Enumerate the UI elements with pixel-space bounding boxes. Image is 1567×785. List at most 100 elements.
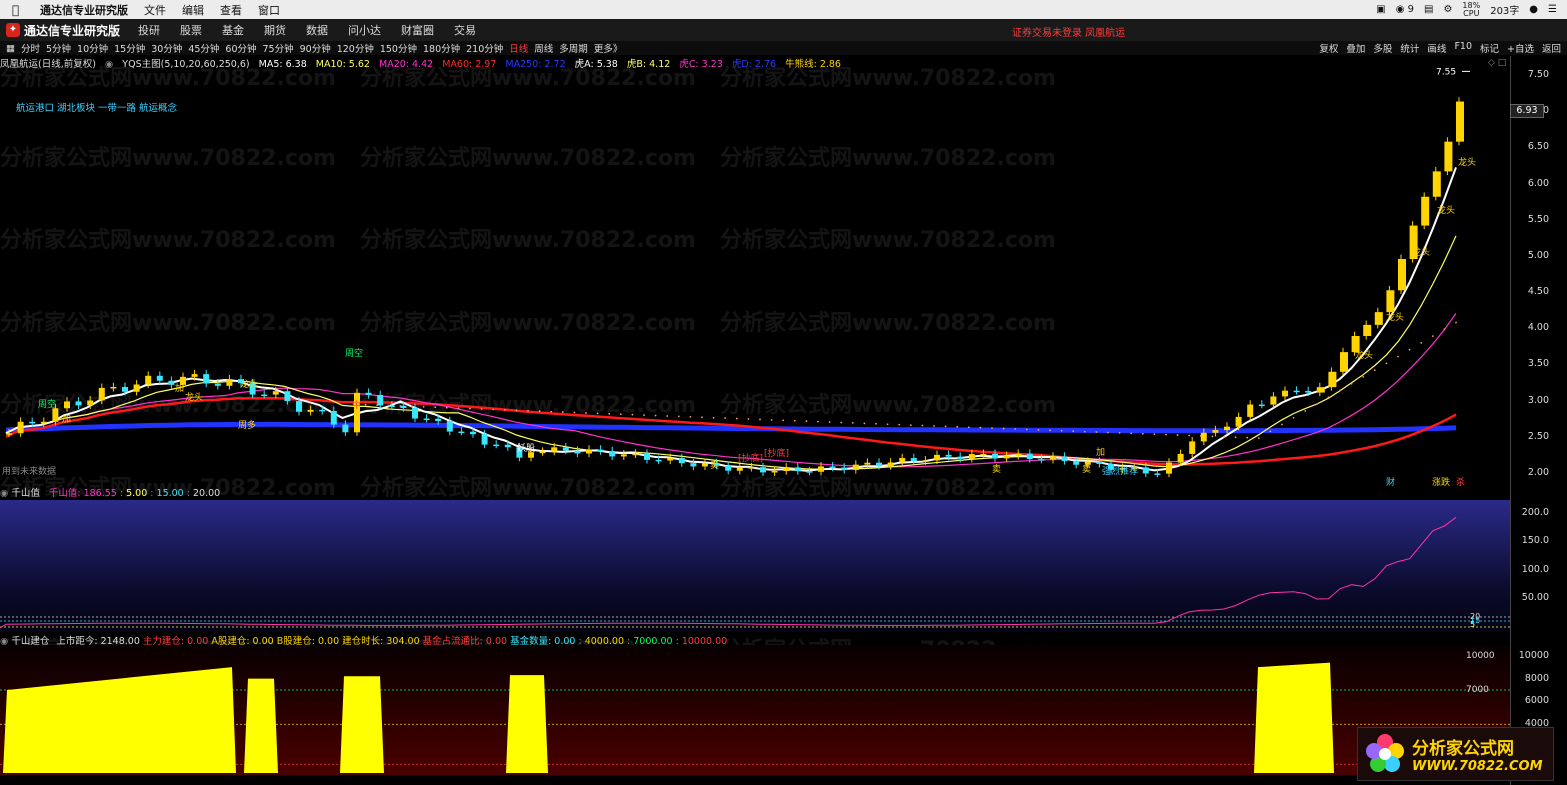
candle-body	[203, 374, 210, 384]
period-tab[interactable]: 15分钟	[114, 41, 145, 55]
ind1-name[interactable]: 千山值	[11, 488, 40, 499]
draw-line-button[interactable]: 画线	[1427, 41, 1446, 55]
candle-body	[1363, 324, 1372, 336]
trade-login-status[interactable]: 证券交易未登录 凤凰航运	[1012, 24, 1125, 39]
candle-body	[876, 462, 882, 467]
menu-file[interactable]: 文件	[144, 2, 166, 18]
w-icon[interactable]: ▣	[1376, 4, 1385, 15]
signal-label: 卖	[992, 465, 1002, 475]
menu-view[interactable]: 查看	[220, 2, 242, 18]
period-tab[interactable]: 180分钟	[423, 41, 460, 55]
trail-dot	[1153, 433, 1156, 436]
nav-wealth[interactable]: 财富圈	[401, 22, 434, 38]
apple-icon[interactable]: 	[12, 3, 26, 17]
indicator-dot-icon[interactable]: ◉	[0, 488, 8, 499]
back-button[interactable]: 返回	[1542, 41, 1561, 55]
brand-url: WWW.70822.COM	[1412, 759, 1543, 774]
trail-dot	[933, 425, 935, 427]
nav-research[interactable]: 投研	[138, 22, 160, 38]
candle-body	[168, 380, 175, 385]
menu-toggle-icon[interactable]: ▦	[6, 43, 15, 54]
screen-icon[interactable]: ▤	[1424, 4, 1433, 15]
period-tab[interactable]: 90分钟	[300, 41, 331, 55]
period-tab[interactable]: 75分钟	[263, 41, 294, 55]
nav-data[interactable]: 数据	[306, 22, 328, 38]
multi-stock-button[interactable]: 多股	[1373, 41, 1392, 55]
logo-text: 通达信专业研究版	[24, 23, 121, 38]
menu-list-icon[interactable]: ☰	[1548, 4, 1557, 15]
trail-dot	[979, 426, 982, 429]
candle-body	[992, 453, 998, 459]
current-price-tag: 6.93	[1510, 104, 1544, 118]
nav-stock[interactable]: 股票	[180, 22, 202, 38]
signal-label: 龙头	[1386, 313, 1405, 323]
candle-body	[702, 463, 708, 467]
nav-ask[interactable]: 问小达	[348, 22, 381, 38]
mark-button[interactable]: 标记	[1480, 41, 1499, 55]
trail-dot	[1107, 431, 1109, 434]
trail-dot	[1025, 428, 1028, 431]
trail-dot	[1420, 341, 1423, 344]
candle-body	[1258, 404, 1265, 407]
candle-body	[783, 467, 790, 472]
trail-dot	[1060, 429, 1063, 432]
period-more[interactable]: 更多》	[594, 41, 623, 55]
trail-dot	[445, 406, 448, 409]
period-tab[interactable]: 5分钟	[46, 41, 71, 55]
gear-icon[interactable]: ⚙	[1443, 4, 1452, 15]
candle-body	[446, 421, 453, 432]
add-watchlist-button[interactable]: +自选	[1507, 41, 1534, 55]
candle-body	[829, 466, 836, 468]
candle-body	[957, 456, 964, 459]
chart-toggle-icons[interactable]: ◇ □	[1488, 58, 1506, 68]
nav-trade[interactable]: 交易	[454, 22, 476, 38]
menu-edit[interactable]: 编辑	[182, 2, 204, 18]
menu-window[interactable]: 窗口	[258, 2, 280, 18]
overlay-button[interactable]: 叠加	[1346, 41, 1365, 55]
period-tab[interactable]: 210分钟	[466, 41, 503, 55]
mic-icon[interactable]: ●	[1529, 4, 1538, 15]
period-tab-daily[interactable]: 日线	[509, 41, 528, 55]
candle-body	[1328, 371, 1337, 388]
trail-dot	[956, 425, 959, 428]
candle-body	[1340, 352, 1348, 372]
period-tab[interactable]: 分时	[21, 41, 40, 55]
trail-dot	[898, 423, 901, 426]
period-tab[interactable]: 150分钟	[380, 41, 417, 55]
period-tab[interactable]: 60分钟	[225, 41, 256, 55]
candle-body	[748, 467, 755, 469]
candle-body	[388, 405, 395, 407]
flower-logo-icon	[1366, 734, 1404, 772]
restore-rights-button[interactable]: 复权	[1319, 41, 1338, 55]
candle-body	[1305, 390, 1312, 393]
signal-label: 加	[175, 384, 185, 394]
period-tab[interactable]: 120分钟	[337, 41, 374, 55]
candlestick-chart[interactable]: 7.55	[0, 68, 1510, 484]
candle-body	[632, 453, 639, 456]
candle-body	[655, 459, 662, 462]
trail-dot	[550, 410, 553, 413]
trail-dot	[1246, 436, 1249, 439]
period-tab[interactable]: 多周期	[559, 41, 588, 55]
build-area	[3, 667, 236, 773]
wechat-icon[interactable]: ◉ 9	[1396, 4, 1414, 15]
period-tab[interactable]: 10分钟	[77, 41, 108, 55]
qianshan-line	[0, 516, 1457, 629]
brand-title: 分析家公式网	[1412, 739, 1514, 759]
stats-button[interactable]: 统计	[1400, 41, 1419, 55]
period-tab[interactable]: 30分钟	[151, 41, 182, 55]
nav-fund[interactable]: 基金	[222, 22, 244, 38]
candle-body	[423, 418, 430, 421]
signal-label: 妖股	[517, 444, 536, 454]
f10-button[interactable]: F10	[1454, 41, 1472, 55]
build-position-indicator-line: ◉ 千山建仓 上市距今: 2148.00 主力建仓: 0.00 A股建仓: 0.…	[0, 636, 728, 647]
trail-dot	[793, 419, 796, 422]
trail-dot	[573, 411, 576, 414]
period-tab[interactable]: 周线	[534, 41, 553, 55]
app-menu-name[interactable]: 通达信专业研究版	[40, 2, 128, 18]
price-axis-label: 7.50	[1527, 69, 1549, 80]
candle-body	[342, 424, 349, 433]
period-tab[interactable]: 45分钟	[188, 41, 219, 55]
candle-body	[133, 384, 140, 392]
nav-futures[interactable]: 期货	[264, 22, 286, 38]
